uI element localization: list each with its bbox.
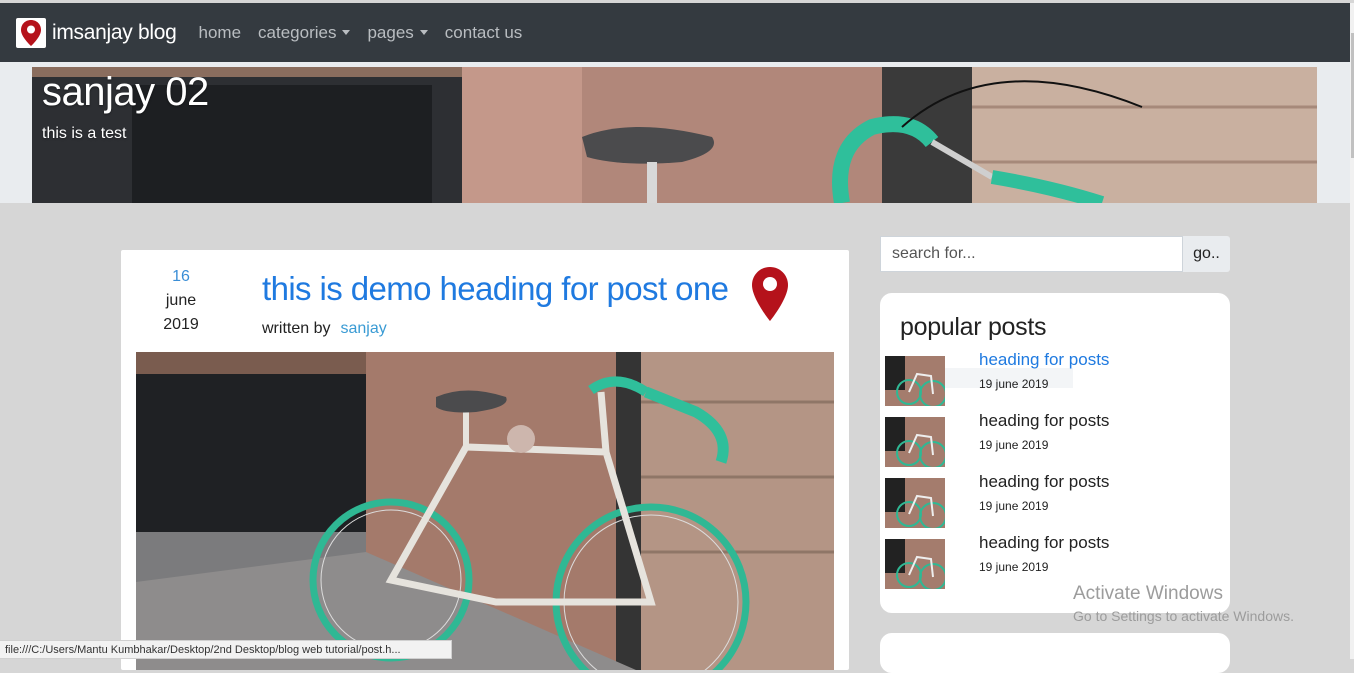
nav-pages-label: pages bbox=[367, 22, 414, 42]
hero-subtitle: this is a test bbox=[42, 125, 127, 142]
popular-post-heading-link[interactable]: heading for posts bbox=[979, 472, 1109, 492]
search-input[interactable]: search for... bbox=[880, 236, 1183, 272]
author-link[interactable]: sanjay bbox=[340, 320, 386, 337]
location-pin-icon bbox=[16, 17, 46, 48]
popular-post-thumbnail bbox=[885, 417, 945, 467]
search-go-button[interactable]: go.. bbox=[1183, 236, 1230, 272]
popular-post-item[interactable]: heading for posts 19 june 2019 bbox=[885, 411, 1225, 467]
post-date-year: 2019 bbox=[163, 316, 199, 333]
nav-home[interactable]: home bbox=[199, 23, 242, 43]
post-card: 16 june 2019 this is demo heading for po… bbox=[121, 250, 849, 670]
navbar: imsanjay blog home categories pages cont… bbox=[0, 3, 1350, 62]
nav-contact-label: contact us bbox=[444, 22, 523, 42]
post-date-day: 16 bbox=[172, 268, 190, 285]
windows-activation-title: Activate Windows bbox=[1073, 583, 1223, 604]
browser-status-bar: file:///C:/Users/Mantu Kumbhakar/Desktop… bbox=[0, 640, 452, 659]
post-featured-image bbox=[136, 352, 834, 670]
popular-post-heading-link[interactable]: heading for posts bbox=[979, 411, 1109, 431]
written-by-label: written by bbox=[262, 320, 331, 337]
popular-post-item[interactable]: heading for posts 19 june 2019 bbox=[885, 472, 1225, 528]
sidebar-card bbox=[880, 633, 1230, 673]
popular-posts-title: popular posts bbox=[900, 313, 1047, 341]
nav-categories-label: categories bbox=[258, 22, 337, 42]
popular-post-date: 19 june 2019 bbox=[979, 499, 1049, 513]
brand-name: imsanjay blog bbox=[52, 20, 177, 44]
popular-post-thumbnail bbox=[885, 356, 945, 406]
hero-title: sanjay 02 bbox=[42, 70, 209, 114]
popular-post-date: 19 june 2019 bbox=[979, 438, 1049, 452]
popular-post-date: 19 june 2019 bbox=[979, 377, 1049, 391]
popular-post-date: 19 june 2019 bbox=[979, 560, 1049, 574]
brand-link[interactable]: imsanjay blog bbox=[16, 17, 177, 48]
caret-down-icon bbox=[419, 30, 428, 35]
caret-down-icon bbox=[342, 30, 351, 35]
popular-posts-card: popular posts heading for posts 19 june … bbox=[880, 293, 1230, 613]
nav-categories-dropdown[interactable]: categories bbox=[258, 22, 351, 43]
hero-image bbox=[32, 67, 1317, 203]
windows-activation-subtitle: Go to Settings to activate Windows. bbox=[1073, 608, 1294, 624]
nav-contact[interactable]: contact us bbox=[445, 23, 523, 43]
location-pin-icon bbox=[751, 266, 789, 327]
nav-pages-dropdown[interactable]: pages bbox=[367, 22, 428, 43]
post-date-month: june bbox=[165, 292, 197, 309]
popular-post-thumbnail bbox=[885, 539, 945, 589]
popular-post-thumbnail bbox=[885, 478, 945, 528]
post-title-link[interactable]: this is demo heading for post one bbox=[262, 270, 729, 308]
popular-post-heading-link[interactable]: heading for posts bbox=[979, 350, 1109, 370]
popular-post-item[interactable]: heading for posts 19 june 2019 bbox=[885, 533, 1225, 589]
page-scrollbar[interactable] bbox=[1350, 3, 1354, 659]
nav-home-label: home bbox=[198, 22, 242, 42]
popular-post-heading-link[interactable]: heading for posts bbox=[979, 533, 1109, 553]
popular-post-item[interactable]: heading for posts 19 june 2019 bbox=[885, 350, 1225, 406]
nav-links: home categories pages contact us bbox=[199, 23, 540, 43]
post-byline: written by sanjay bbox=[262, 320, 387, 338]
